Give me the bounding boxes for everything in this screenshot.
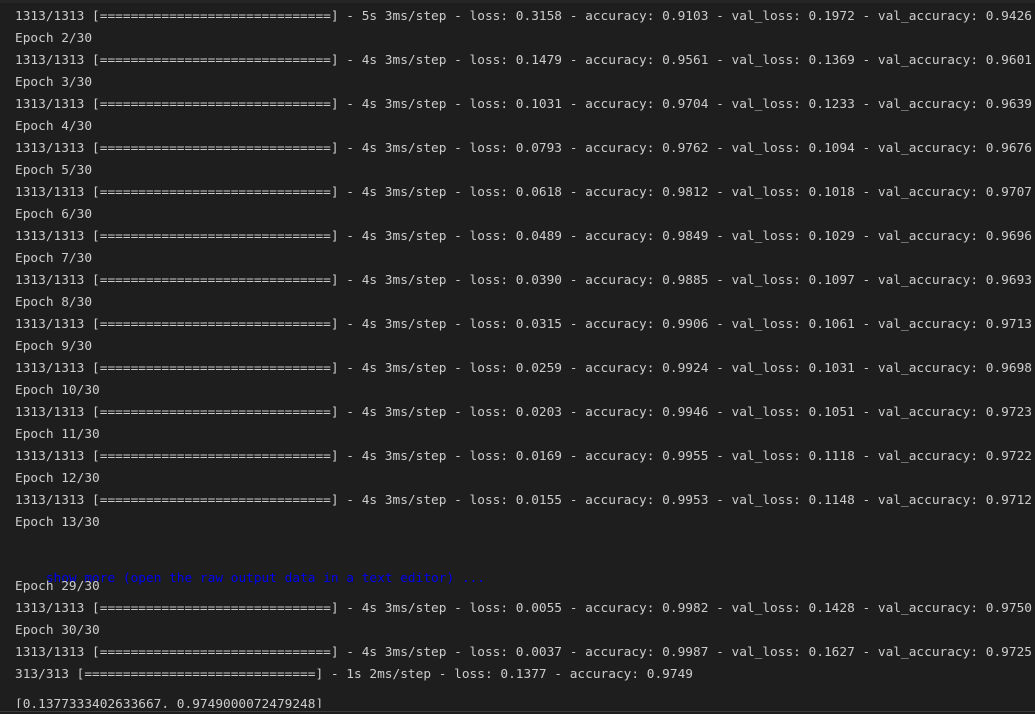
output-line: Epoch 5/30 xyxy=(15,163,93,178)
output-line: Epoch 2/30 xyxy=(15,31,93,46)
output-line: Epoch 11/30 xyxy=(15,427,100,442)
show-more-link[interactable]: show more (open the raw output data in a… xyxy=(46,571,485,586)
output-line: 1313/1313 [=============================… xyxy=(15,53,1032,68)
output-line: Epoch 7/30 xyxy=(15,251,93,266)
output-line: 1313/1313 [=============================… xyxy=(15,361,1032,376)
output-line: Epoch 30/30 xyxy=(15,623,100,638)
output-line: Epoch 13/30 xyxy=(15,515,100,530)
output-line: 1313/1313 [=============================… xyxy=(15,601,1032,616)
output-line: 1313/1313 [=============================… xyxy=(15,185,1032,200)
output-line: Epoch 10/30 xyxy=(15,383,100,398)
output-line: Epoch 12/30 xyxy=(15,471,100,486)
cell-output: 1313/1313 [=============================… xyxy=(0,0,1035,714)
output-line: 1313/1313 [=============================… xyxy=(15,229,1032,244)
output-line: 1313/1313 [=============================… xyxy=(15,97,1032,112)
output-line: Epoch 8/30 xyxy=(15,295,93,310)
output-line: 313/313 [==============================]… xyxy=(15,667,693,682)
output-top-edge xyxy=(0,0,1035,3)
output-divider xyxy=(0,711,1035,712)
output-line: Epoch 29/30 xyxy=(15,579,100,594)
output-line: 1313/1313 [=============================… xyxy=(15,317,1032,332)
output-line: 1313/1313 [=============================… xyxy=(15,405,1032,420)
output-line: 1313/1313 [=============================… xyxy=(15,273,1032,288)
output-line: Epoch 3/30 xyxy=(15,75,93,90)
output-line: 1313/1313 [=============================… xyxy=(15,9,1032,24)
output-line: Epoch 6/30 xyxy=(15,207,93,222)
output-line: 1313/1313 [=============================… xyxy=(15,645,1032,660)
output-line: 1313/1313 [=============================… xyxy=(15,449,1032,464)
output-line: 1313/1313 [=============================… xyxy=(15,141,1032,156)
output-line: Epoch 9/30 xyxy=(15,339,93,354)
output-line: 1313/1313 [=============================… xyxy=(15,493,1032,508)
output-line: Epoch 4/30 xyxy=(15,119,93,134)
